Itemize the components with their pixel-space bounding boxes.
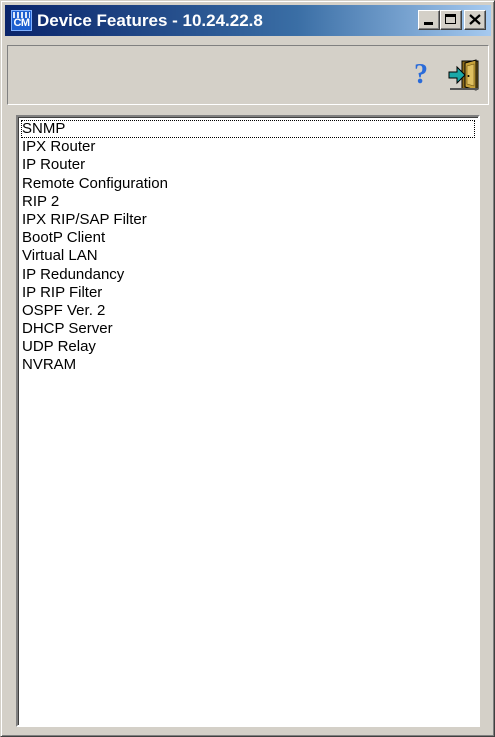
list-item[interactable]: IPX Router (21, 138, 475, 156)
app-icon-label: CM (13, 17, 30, 29)
list-item[interactable]: UDP Relay (21, 338, 475, 356)
help-question-icon[interactable]: ? (411, 61, 431, 89)
app-cm-icon[interactable]: CM (11, 10, 32, 31)
close-icon (469, 14, 481, 25)
exit-door-icon[interactable] (446, 58, 480, 92)
list-item[interactable]: SNMP (21, 120, 475, 139)
list-item[interactable]: BootP Client (21, 229, 475, 247)
list-item[interactable]: NVRAM (21, 356, 475, 374)
features-list: SNMP IPX Router IP Router Remote Configurat… (21, 120, 475, 375)
list-item[interactable]: Remote Configuration (21, 175, 475, 193)
title-bar[interactable]: CM Device Features - 10.24.22.8 (5, 5, 491, 36)
list-item[interactable]: IP Redundancy (21, 266, 475, 284)
minimize-button[interactable] (418, 10, 440, 30)
list-item[interactable]: OSPF Ver. 2 (21, 302, 475, 320)
maximize-button[interactable] (440, 10, 462, 30)
toolbar: ? (7, 45, 489, 105)
list-item[interactable]: DHCP Server (21, 320, 475, 338)
window-title: Device Features - 10.24.22.8 (37, 11, 263, 30)
device-features-window: CM Device Features - 10.24.22.8 ? SNMP I… (0, 0, 495, 737)
list-item[interactable]: IP RIP Filter (21, 284, 475, 302)
list-item[interactable]: IPX RIP/SAP Filter (21, 211, 475, 229)
maximize-icon (445, 14, 456, 24)
list-item[interactable]: Virtual LAN (21, 247, 475, 265)
features-listbox[interactable]: SNMP IPX Router IP Router Remote Configurat… (16, 115, 480, 727)
list-item[interactable]: RIP 2 (21, 193, 475, 211)
list-item[interactable]: IP Router (21, 156, 475, 174)
minimize-icon (424, 22, 433, 25)
close-button[interactable] (464, 10, 486, 30)
